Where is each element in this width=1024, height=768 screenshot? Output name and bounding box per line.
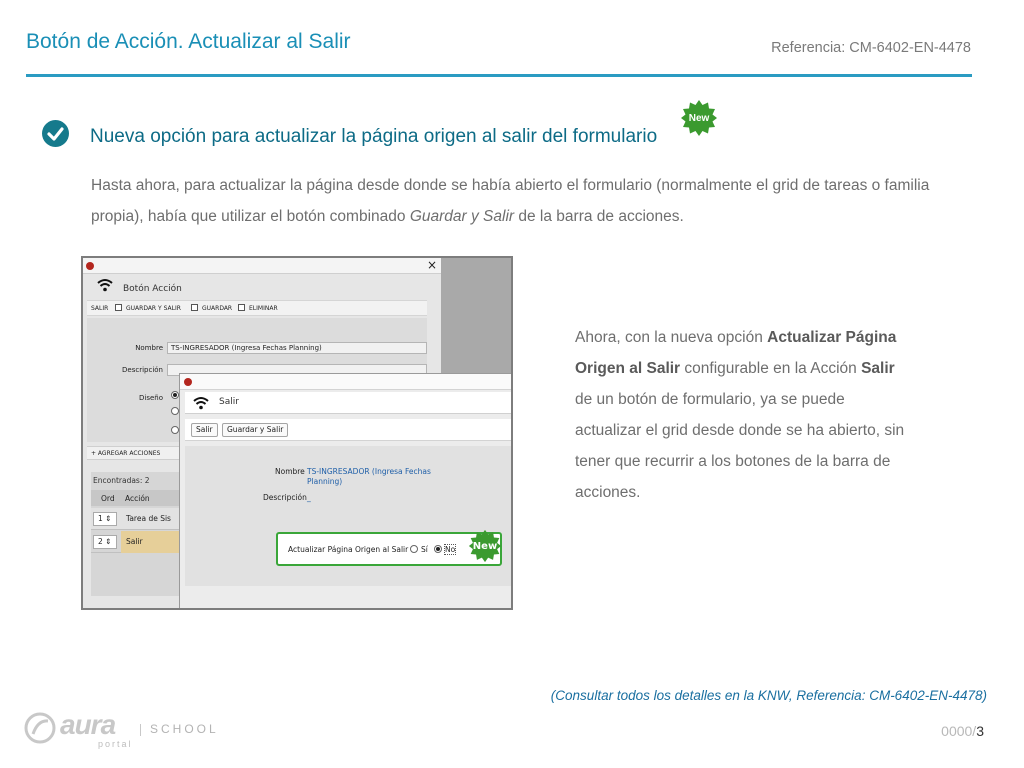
toolbar-eliminar[interactable]: ELIMINAR bbox=[249, 305, 278, 312]
toolbar-guardar-y-salir[interactable]: GUARDAR Y SALIR bbox=[126, 305, 181, 312]
side-bold-2: Salir bbox=[861, 360, 895, 377]
row-order: 2 bbox=[98, 537, 103, 546]
window-titlebar: × bbox=[83, 258, 441, 274]
column-accion[interactable]: Acción bbox=[125, 494, 150, 503]
option-no-radio[interactable] bbox=[434, 545, 442, 553]
aura-portal-logo: aura portal SCHOOL bbox=[24, 709, 224, 754]
toolbar-salir[interactable]: SALIR bbox=[91, 305, 108, 312]
option-yes-radio[interactable] bbox=[410, 545, 418, 553]
salir-window: Salir Salir Guardar y Salir Nombre TS-IN… bbox=[179, 373, 511, 608]
action-toolbar: SALIR GUARDAR Y SALIR GUARDAR ELIMINAR bbox=[87, 300, 427, 316]
diseno-radio-2[interactable] bbox=[171, 407, 179, 415]
page-number-value: 3 bbox=[976, 723, 984, 739]
nombre-value: TS-INGRESADOR (Ingresa Fechas Planning) bbox=[307, 467, 431, 486]
add-actions-button[interactable]: + AGREGAR ACCIONES bbox=[91, 450, 160, 457]
intro-emphasis: Guardar y Salir bbox=[409, 208, 515, 225]
wifi-icon bbox=[97, 279, 113, 292]
reference-label: Referencia: CM-6402-EN-4478 bbox=[771, 40, 971, 56]
nombre-field[interactable]: TS-INGRESADOR (Ingresa Fechas Planning) bbox=[167, 342, 427, 354]
title-divider bbox=[26, 74, 972, 77]
slide-title: Botón de Acción. Actualizar al Salir bbox=[26, 30, 351, 53]
side-text-3: de un botón de formulario, ya se puede a… bbox=[575, 391, 905, 501]
descripcion-label: Descripción bbox=[263, 493, 307, 502]
new-badge-label: New bbox=[688, 112, 710, 124]
guardar-y-salir-button[interactable]: Guardar y Salir bbox=[222, 423, 289, 437]
save-icon bbox=[191, 304, 198, 311]
window-titlebar bbox=[180, 374, 511, 390]
page-number: 0000/3 bbox=[941, 723, 984, 739]
descripcion-value: _ bbox=[307, 493, 311, 502]
diseno-radio-1[interactable] bbox=[171, 391, 179, 399]
new-badge: New bbox=[468, 529, 502, 563]
side-text-1: Ahora, con la nueva opción bbox=[575, 329, 768, 346]
logo-subtitle: portal bbox=[98, 739, 133, 749]
nombre-label: Nombre bbox=[275, 467, 305, 476]
row-order-stepper[interactable]: 1 ⇕ bbox=[93, 512, 117, 526]
intro-text-2: de la barra de acciones. bbox=[514, 208, 684, 225]
logo-school-label: SCHOOL bbox=[150, 722, 219, 736]
new-badge-label: New bbox=[472, 540, 498, 552]
grid-count: Encontradas: 2 bbox=[93, 476, 150, 485]
new-badge: New bbox=[680, 99, 718, 137]
logo-wordmark: aura bbox=[60, 709, 116, 740]
diseno-radio-3[interactable] bbox=[171, 426, 179, 434]
section-heading: Nueva opción para actualizar la página o… bbox=[90, 126, 658, 147]
footer-reference-note: (Consultar todos los detalles en la KNW,… bbox=[550, 688, 987, 703]
column-ord[interactable]: Ord bbox=[101, 494, 115, 503]
window-title: Botón Acción bbox=[123, 284, 182, 294]
window-title: Salir bbox=[219, 397, 239, 407]
close-icon[interactable]: × bbox=[427, 258, 437, 272]
nombre-label: Nombre bbox=[135, 344, 163, 352]
logo-separator bbox=[140, 724, 141, 736]
salir-button[interactable]: Salir bbox=[191, 423, 218, 437]
row-order: 1 bbox=[98, 514, 103, 523]
update-origin-label: Actualizar Página Origen al Salir bbox=[288, 545, 409, 554]
button-toolbar: Salir Guardar y Salir bbox=[185, 419, 511, 441]
delete-icon bbox=[238, 304, 245, 311]
page-number-prefix: 0000/ bbox=[941, 723, 977, 739]
wifi-icon bbox=[193, 397, 209, 410]
intro-paragraph: Hasta ahora, para actualizar la página d… bbox=[91, 170, 971, 232]
descripcion-label: Descripción bbox=[122, 366, 163, 374]
save-icon bbox=[115, 304, 122, 311]
row-order-stepper[interactable]: 2 ⇕ bbox=[93, 535, 117, 549]
form-screenshot: × Botón Acción SALIR GUARDAR Y SALIR GUA… bbox=[81, 256, 513, 610]
window-header: Salir bbox=[185, 392, 511, 414]
diseno-label: Diseño bbox=[138, 394, 163, 402]
window-header: Botón Acción bbox=[87, 278, 427, 300]
option-yes-label: Sí bbox=[421, 545, 428, 554]
window-close-dot-icon[interactable] bbox=[86, 262, 94, 270]
window-close-dot-icon[interactable] bbox=[184, 378, 192, 386]
aura-logo-icon bbox=[24, 712, 56, 744]
option-no-label: No bbox=[443, 544, 457, 555]
side-text-2: configurable en la Acción bbox=[680, 360, 862, 377]
check-circle-icon bbox=[42, 120, 69, 147]
toolbar-guardar[interactable]: GUARDAR bbox=[202, 305, 232, 312]
side-paragraph: Ahora, con la nueva opción Actualizar Pá… bbox=[575, 322, 905, 508]
